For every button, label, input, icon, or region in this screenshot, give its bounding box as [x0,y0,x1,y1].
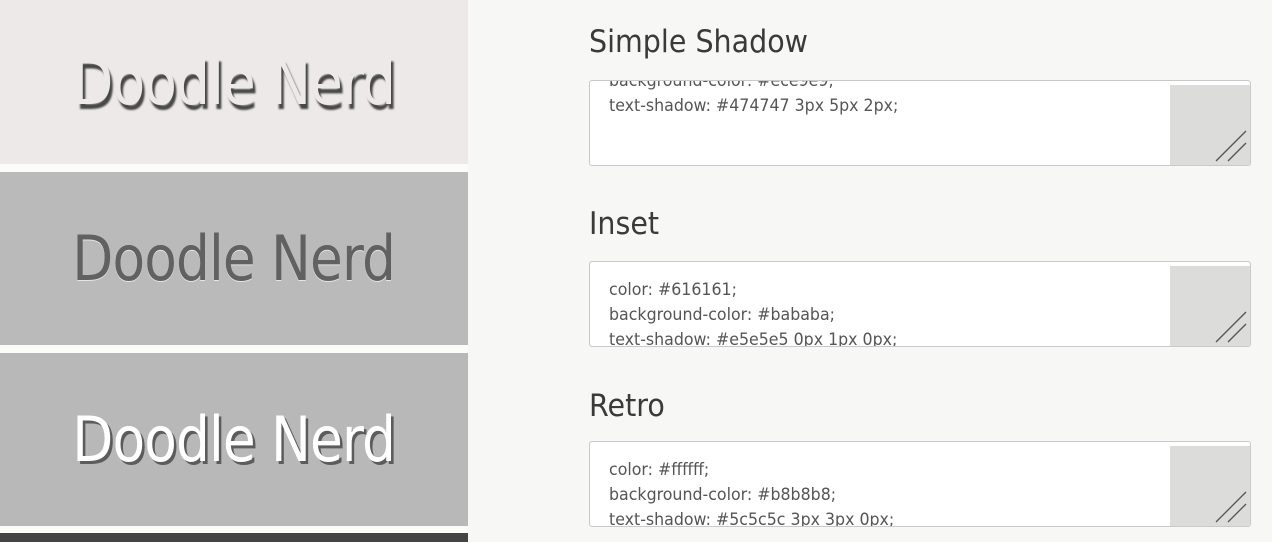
inset-title: Inset [589,206,660,242]
code-line: text-shadow: #474747 3px 5px 2px; [609,96,899,116]
simple-shadow-title: Simple Shadow [589,24,808,60]
code-line: color: #616161; [609,280,737,300]
code-line: text-shadow: #e5e5e5 0px 1px 0px; [609,330,898,347]
simple-shadow-code: background-color: #ece9e9; text-shadow: … [609,80,899,119]
simple-shadow-code-textarea[interactable]: background-color: #ece9e9; text-shadow: … [589,80,1251,166]
retro-preview-text: Doodle Nerd [72,403,397,476]
simple-shadow-preview: Doodle Nerd [0,0,468,164]
resize-grip-icon[interactable] [1210,486,1248,524]
inset-preview: Doodle Nerd [0,172,468,345]
code-line: background-color: #ece9e9; [609,80,834,91]
inset-code-textarea[interactable]: color: #616161; background-color: #babab… [589,261,1251,347]
preview-column: Doodle Nerd Doodle Nerd Doodle Nerd [0,0,468,542]
code-line: background-color: #bababa; [609,305,835,325]
next-preview-partial [0,533,468,542]
code-line: text-shadow: #5c5c5c 3px 3px 0px; [609,510,895,527]
inset-code: color: #616161; background-color: #babab… [609,278,898,347]
resize-grip-icon[interactable] [1210,125,1248,163]
retro-code: color: #ffffff; background-color: #b8b8b… [609,458,895,527]
retro-title: Retro [589,388,665,424]
code-line: background-color: #b8b8b8; [609,485,837,505]
inset-preview-text: Doodle Nerd [72,222,397,295]
simple-shadow-preview-text: Doodle Nerd [72,45,397,119]
resize-grip-icon[interactable] [1210,306,1248,344]
retro-preview: Doodle Nerd [0,353,468,526]
code-line: color: #ffffff; [609,460,710,480]
retro-code-textarea[interactable]: color: #ffffff; background-color: #b8b8b… [589,441,1251,527]
